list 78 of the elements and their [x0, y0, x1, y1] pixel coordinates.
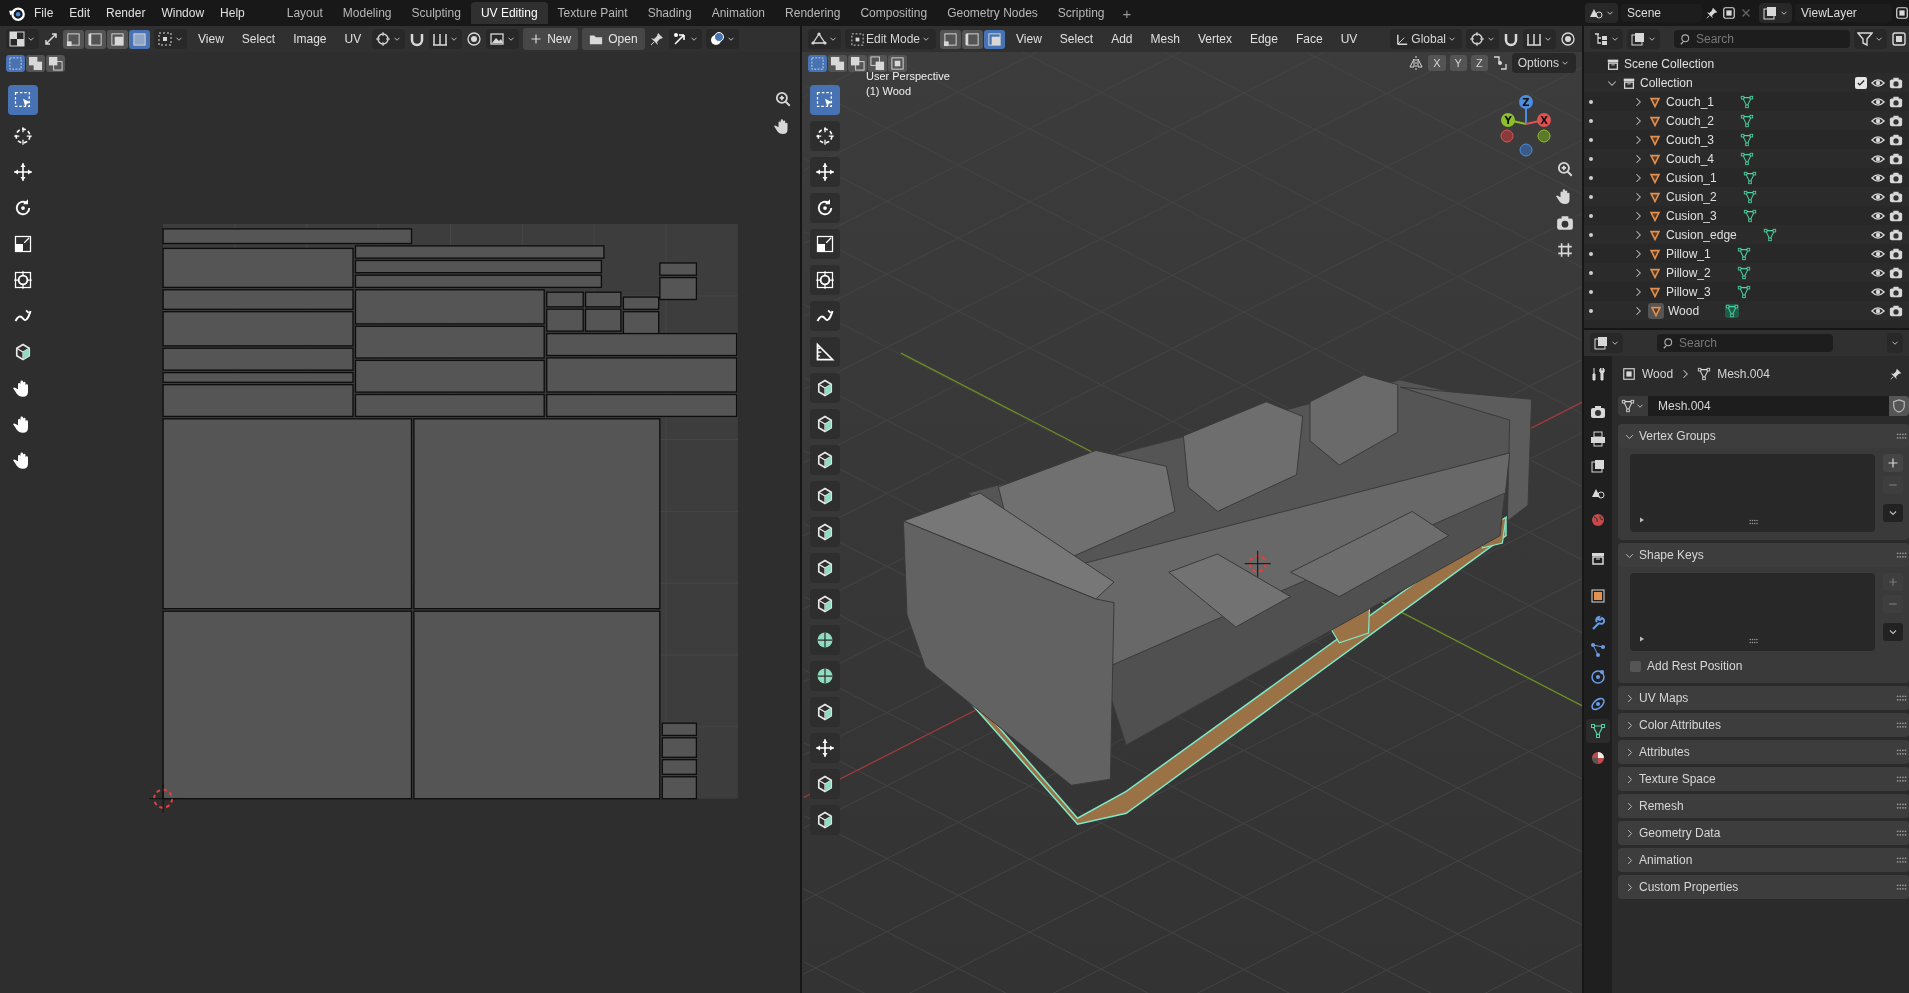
outliner-row[interactable]: Cusion_3	[1584, 206, 1909, 225]
menu-item[interactable]: Select	[234, 32, 283, 46]
menu-item[interactable]: Help	[212, 6, 253, 20]
menu-item[interactable]: Render	[98, 6, 154, 20]
menu-item[interactable]: Edge	[1242, 32, 1285, 46]
checkbox-label: Add Rest Position	[1647, 659, 1743, 673]
workspace-tab[interactable]: Texture Paint	[547, 2, 638, 24]
outliner-item: Couch_1	[1666, 94, 1715, 109]
panel-header[interactable]: Color Attributes	[1618, 713, 1909, 737]
panel-header[interactable]: Custom Properties	[1618, 875, 1909, 899]
outliner-row[interactable]: Pillow_1	[1584, 244, 1909, 263]
search-field[interactable]: Search	[1657, 334, 1833, 352]
outliner-row[interactable]: Cusion_1	[1584, 168, 1909, 187]
add-workspace-button[interactable]: +	[1114, 4, 1140, 22]
workspace-tab[interactable]: Shading	[637, 2, 702, 24]
outliner-item[interactable]: Collection	[1640, 75, 1693, 90]
workspace-tab[interactable]: Geometry Nodes	[937, 2, 1048, 24]
menu-item[interactable]: UV	[1333, 32, 1365, 46]
search-field[interactable]: Search	[1674, 30, 1850, 48]
menu-item[interactable]: View	[1009, 32, 1049, 46]
axis-toggle[interactable]: Y	[1449, 55, 1467, 71]
menu-item[interactable]: Add	[1104, 32, 1140, 46]
mode-dropdown[interactable]: Edit Mode	[845, 29, 937, 49]
breadcrumb-item: Mesh.004	[1717, 367, 1770, 381]
workspace-tab[interactable]: Compositing	[850, 2, 938, 24]
mesh-name-field[interactable]: Mesh.004	[1648, 396, 1889, 416]
menu-item[interactable]: Window	[153, 6, 213, 20]
outliner-item: Couch_2	[1666, 113, 1715, 128]
scene-field[interactable]: Scene	[1621, 4, 1702, 22]
workspace-tab[interactable]: Sculpting	[401, 2, 471, 24]
outliner-item: Wood	[1668, 303, 1700, 318]
menu-item[interactable]: Face	[1288, 32, 1330, 46]
menu-item[interactable]: View	[191, 32, 231, 46]
workspace-tab[interactable]: Scripting	[1047, 2, 1115, 24]
menu-item[interactable]: Image	[286, 32, 334, 46]
orientation-dropdown[interactable]: Global	[1390, 29, 1462, 49]
view-layer-field[interactable]: ViewLayer	[1795, 4, 1892, 22]
outliner-item[interactable]: Scene Collection	[1624, 56, 1715, 71]
outliner-item: Pillow_3	[1666, 284, 1711, 299]
outliner-row[interactable]: Couch_3	[1584, 130, 1909, 149]
workspace-tab[interactable]: Animation	[701, 2, 776, 24]
outliner-item: Cusion_edge	[1666, 227, 1737, 242]
breadcrumb-item: Wood	[1642, 367, 1674, 381]
workspace-tab[interactable]: Modeling	[332, 2, 402, 24]
axis-label: X	[1540, 114, 1548, 126]
panel-header[interactable]: UV Maps	[1618, 686, 1909, 710]
workspace-tab[interactable]: Layout	[276, 2, 333, 24]
outliner-item: Pillow_2	[1666, 265, 1711, 280]
outliner-item: Cusion_2	[1666, 189, 1717, 204]
open-button[interactable]: Open	[582, 28, 645, 50]
menu-item[interactable]: Select	[1052, 32, 1101, 46]
outliner-item: Cusion_1	[1666, 170, 1717, 185]
outliner-item: Cusion_3	[1666, 208, 1717, 223]
axis-toggle[interactable]: Z	[1470, 55, 1488, 71]
outliner-row[interactable]: Couch_1	[1584, 92, 1909, 111]
panel-header[interactable]: Geometry Data	[1618, 821, 1909, 845]
workspace-tab[interactable]: Rendering	[775, 2, 851, 24]
menu-item[interactable]: Mesh	[1143, 32, 1187, 46]
outliner-item: Couch_4	[1666, 151, 1715, 166]
object-label: (1) Wood	[866, 85, 913, 97]
panel-header[interactable]: Texture Space	[1618, 767, 1909, 791]
view-name: User Perspective	[866, 70, 950, 82]
axis-toggle[interactable]: X	[1428, 55, 1446, 71]
panel-header[interactable]: Remesh	[1618, 794, 1909, 818]
menu-item[interactable]: Edit	[61, 6, 99, 20]
panel-header[interactable]: Attributes	[1618, 740, 1909, 764]
menu-item[interactable]: File	[26, 6, 62, 20]
options-dropdown[interactable]: Options	[1511, 53, 1576, 73]
menu-item[interactable]: Vertex	[1190, 32, 1239, 46]
outliner-row[interactable]: Pillow_3	[1584, 282, 1909, 301]
panel-header[interactable]: Animation	[1618, 848, 1909, 872]
new-button[interactable]: New	[523, 28, 579, 50]
outliner-item: Couch_3	[1666, 132, 1715, 147]
workspace-tab[interactable]: UV Editing	[470, 2, 548, 24]
axis-label: Y	[1504, 114, 1512, 126]
outliner-item: Pillow_1	[1666, 246, 1711, 261]
axis-label: Z	[1522, 96, 1530, 108]
menu-item[interactable]: UV	[337, 32, 369, 46]
